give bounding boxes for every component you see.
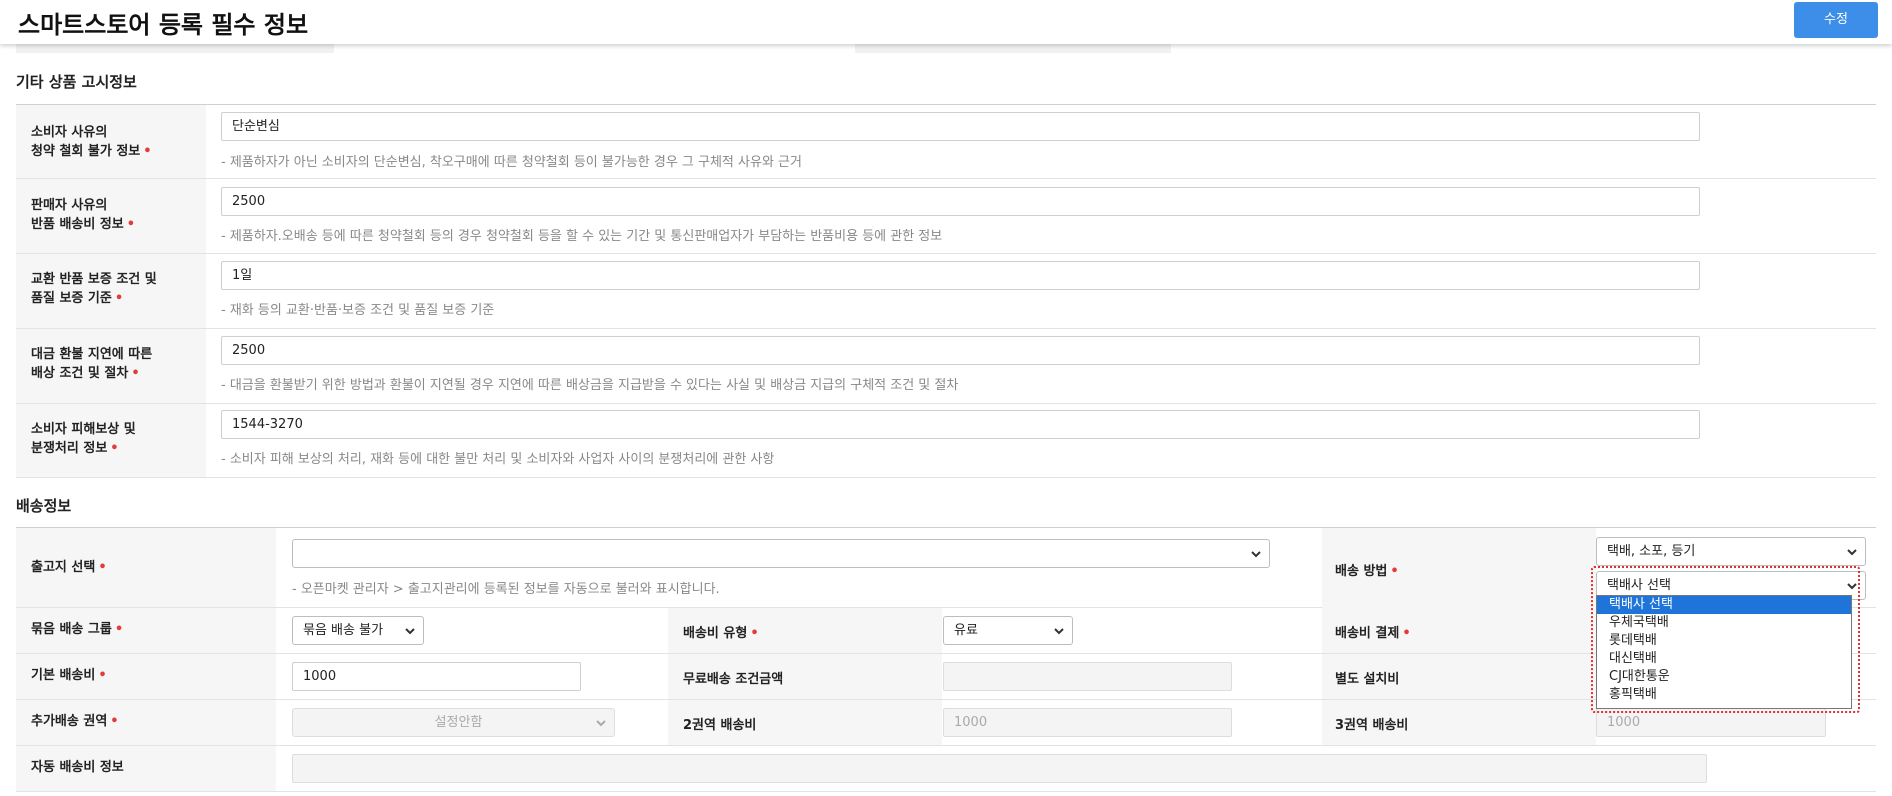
- row-label-cell: 출고지 선택 •: [16, 528, 276, 607]
- required-mark: •: [98, 668, 107, 683]
- zone3-fee-input[interactable]: 1000: [1596, 708, 1826, 737]
- field-hint: - 소비자 피해 보상의 처리, 재화 등에 대한 불만 처리 및 소비자와 사…: [221, 452, 775, 467]
- required-mark: •: [126, 217, 136, 232]
- chevron-down-icon: [596, 720, 606, 727]
- row-label-cell: 기본 배송비 •: [16, 654, 276, 699]
- courier-option[interactable]: CJ대한통운: [1597, 668, 1851, 686]
- shipping-row-auto-fee: 자동 배송비 정보: [16, 746, 1876, 792]
- warehouse-select[interactable]: [292, 539, 1270, 568]
- required-mark: •: [1402, 626, 1411, 641]
- base-fee-input[interactable]: 1000: [292, 662, 581, 691]
- notice-row-dispute: 소비자 피해보상 및 분쟁처리 정보 • 1544-3270 - 소비자 피해 보…: [16, 404, 1876, 478]
- row-label-cell: 추가배송 권역 •: [16, 700, 276, 745]
- field-hint: - 제품하자.오배송 등에 따른 청약철회 등의 경우 청약철회 등을 할 수 …: [221, 229, 943, 244]
- row-label: 배송비 결제 •: [1335, 626, 1411, 641]
- required-mark: •: [1390, 564, 1399, 579]
- row-label: 출고지 선택 •: [31, 560, 107, 575]
- previous-section-edge: [16, 44, 334, 53]
- required-mark: •: [750, 626, 759, 641]
- fee-type-select[interactable]: 유료: [943, 616, 1073, 645]
- field-hint: - 대금을 환불받기 위한 방법과 환불이 지연될 경우 지연에 따른 배상금을…: [221, 378, 959, 393]
- refund-delay-input[interactable]: 2500: [221, 336, 1700, 365]
- previous-section-edge: [855, 44, 1171, 53]
- row-label: 대금 환불 지연에 따른 배상 조건 및 절차 •: [31, 347, 153, 381]
- required-mark: •: [110, 714, 119, 729]
- courier-dropdown-list: 택배사 선택 우체국택배 롯데택배 대신택배 CJ대한통운 홍픽택배: [1596, 595, 1852, 709]
- notice-row-warranty: 교환 반품 보증 조건 및 품질 보증 기준 • 1일 - 재화 등의 교환·반품…: [16, 254, 1876, 329]
- page-title: 스마트스토어 등록 필수 정보: [18, 11, 309, 39]
- edit-button[interactable]: 수정: [1794, 2, 1878, 38]
- required-mark: •: [114, 291, 124, 306]
- chevron-down-icon: [1847, 549, 1857, 556]
- section-title-shipping: 배송정보: [16, 497, 72, 515]
- page-header: 스마트스토어 등록 필수 정보 수정: [0, 0, 1892, 44]
- field-hint: - 오픈마켓 관리자 > 출고지관리에 등록된 정보를 자동으로 불러와 표시합…: [292, 582, 720, 597]
- required-mark: •: [110, 441, 119, 456]
- chevron-down-icon: [1054, 628, 1064, 635]
- dispute-input[interactable]: 1544-3270: [221, 410, 1700, 439]
- auto-fee-input[interactable]: [292, 754, 1707, 783]
- row-label: 추가배송 권역 •: [31, 714, 119, 729]
- field-hint: - 제품하자가 아닌 소비자의 단순변심, 착오구매에 따른 청약철회 등이 불…: [221, 155, 802, 170]
- row-label: 소비자 피해보상 및 분쟁처리 정보 •: [31, 422, 136, 456]
- row-label: 소비자 사유의 청약 철회 불가 정보 •: [31, 125, 152, 159]
- row-label-cell: 자동 배송비 정보: [16, 746, 276, 791]
- warranty-input[interactable]: 1일: [221, 261, 1700, 290]
- courier-option[interactable]: 롯데택배: [1597, 632, 1851, 650]
- row-label: 배송 방법 •: [1335, 564, 1399, 579]
- courier-option[interactable]: 대신택배: [1597, 650, 1851, 668]
- row-label: 자동 배송비 정보: [31, 760, 124, 775]
- chevron-down-icon: [405, 628, 415, 635]
- shipping-method-select[interactable]: 택배, 소포, 등기: [1596, 537, 1866, 566]
- notice-row-withdrawal: 소비자 사유의 청약 철회 불가 정보 • 단순변심 - 제품하자가 아닌 소비자…: [16, 104, 1876, 179]
- row-label: 2권역 배송비: [683, 718, 757, 733]
- courier-option[interactable]: 택배사 선택: [1597, 596, 1851, 614]
- row-label: 배송비 유형 •: [683, 626, 759, 641]
- free-condition-input[interactable]: [943, 662, 1232, 691]
- zone2-fee-input[interactable]: 1000: [943, 708, 1232, 737]
- row-label: 별도 설치비: [1335, 672, 1400, 687]
- row-label: 교환 반품 보증 조건 및 품질 보증 기준 •: [31, 272, 157, 306]
- courier-option[interactable]: 홍픽택배: [1597, 686, 1851, 704]
- row-label-cell: 소비자 피해보상 및 분쟁처리 정보 •: [16, 404, 206, 477]
- row-label-cell: 소비자 사유의 청약 철회 불가 정보 •: [16, 105, 206, 178]
- required-mark: •: [143, 144, 152, 159]
- row-label-cell: 판매자 사유의 반품 배송비 정보 •: [16, 179, 206, 253]
- row-label-cell: 교환 반품 보증 조건 및 품질 보증 기준 •: [16, 254, 206, 328]
- row-label: 무료배송 조건금액: [683, 672, 784, 687]
- chevron-down-icon: [1251, 551, 1261, 558]
- row-label: 묶음 배송 그룹 •: [31, 622, 124, 637]
- row-label: 판매자 사유의 반품 배송비 정보 •: [31, 198, 136, 232]
- courier-option[interactable]: 우체국택배: [1597, 614, 1851, 632]
- required-mark: •: [114, 622, 124, 637]
- withdrawal-info-input[interactable]: 단순변심: [221, 112, 1700, 141]
- notice-row-return-fee: 판매자 사유의 반품 배송비 정보 • 2500 - 제품하자.오배송 등에 따른…: [16, 179, 1876, 254]
- return-fee-input[interactable]: 2500: [221, 187, 1700, 216]
- bundle-group-select[interactable]: 묶음 배송 불가: [292, 616, 424, 645]
- required-mark: •: [98, 560, 107, 575]
- row-label-cell: 대금 환불 지연에 따른 배상 조건 및 절차 •: [16, 329, 206, 403]
- chevron-down-icon: [1847, 583, 1857, 590]
- extra-zone-select[interactable]: 설정안함: [292, 708, 615, 737]
- field-hint: - 재화 등의 교환·반품·보증 조건 및 품질 보증 기준: [221, 303, 495, 318]
- row-label-cell: 묶음 배송 그룹 •: [16, 608, 276, 653]
- row-label: 기본 배송비 •: [31, 668, 107, 683]
- required-mark: •: [131, 366, 140, 381]
- row-label: 3권역 배송비: [1335, 718, 1409, 733]
- notice-row-refund-delay: 대금 환불 지연에 따른 배상 조건 및 절차 • 2500 - 대금을 환불받기…: [16, 329, 1876, 404]
- section-title-notice: 기타 상품 고시정보: [16, 73, 137, 91]
